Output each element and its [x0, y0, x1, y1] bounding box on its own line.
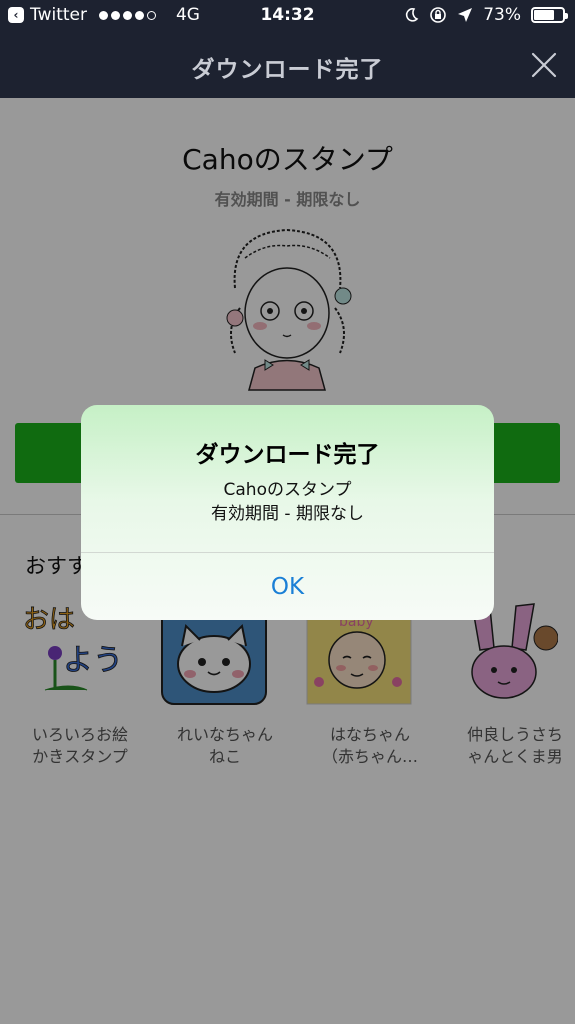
moon-icon: [406, 8, 419, 22]
ok-button[interactable]: OK: [81, 553, 494, 620]
battery-fill: [534, 10, 554, 20]
alert-message-line2: 有効期間 - 期限なし: [211, 504, 364, 524]
status-bar: ‹ Twitter 4G 14:32 73%: [0, 0, 575, 32]
battery-percent: 73%: [483, 5, 521, 25]
nav-title: ダウンロード完了: [191, 57, 384, 83]
status-right: 73%: [403, 5, 568, 25]
alert-title: ダウンロード完了: [195, 442, 380, 468]
location-arrow-icon: [458, 8, 473, 22]
close-icon[interactable]: [527, 48, 561, 82]
battery-icon: [531, 7, 568, 23]
download-complete-alert: ダウンロード完了 Cahoのスタンプ 有効期間 - 期限なし OK: [81, 405, 494, 620]
nav-bar: ダウンロード完了: [0, 32, 575, 98]
rotation-lock-icon: [430, 7, 447, 23]
alert-message-line1: Cahoのスタンプ: [223, 480, 352, 500]
